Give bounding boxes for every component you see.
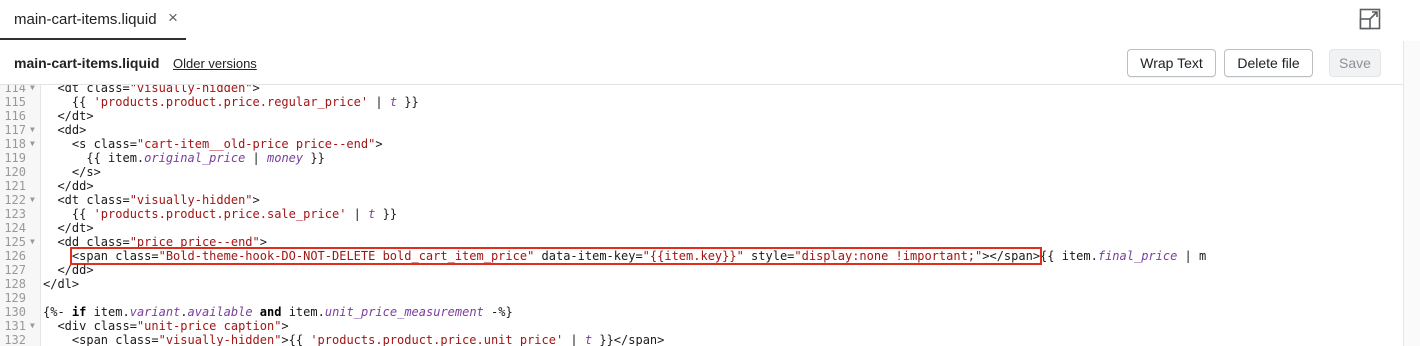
close-icon[interactable]: × [168,9,178,27]
code-text: {{ 'products.product.price.sale_price' |… [43,207,398,221]
line-number: 119 [4,151,26,165]
code-line[interactable]: 119 {{ item.original_price | money }} [0,151,1403,165]
code-line[interactable]: 122 ▼ <dt class="visually-hidden"> [0,193,1403,207]
tab-label: main-cart-items.liquid [14,11,157,28]
code-text: {{ item.original_price | money }} [43,151,325,165]
line-number: 116 [4,109,26,123]
code-editor[interactable]: 114 ▼ <dt class="visually-hidden"> 115 {{ … [0,85,1403,346]
code-line[interactable]: 129 [0,291,1403,305]
line-number: 127 [4,263,26,277]
code-line[interactable]: 130 {%- if item.variant.available and ite… [0,305,1403,319]
line-number: 125 [4,235,26,249]
line-number: 118 [4,137,26,151]
line-number: 115 [4,95,26,109]
line-number: 123 [4,207,26,221]
tab-main-cart-items[interactable]: main-cart-items.liquid × [0,0,186,40]
code-text: <span class="Bold-theme-hook-DO-NOT-DELE… [69,247,1207,265]
code-line[interactable]: 132 <span class="visually-hidden">{{ 'pr… [0,333,1403,346]
code-line[interactable]: 123 {{ 'products.product.price.sale_pric… [0,207,1403,221]
code-area[interactable]: 114 ▼ <dt class="visually-hidden"> 115 {{ … [0,85,1403,346]
delete-file-button[interactable]: Delete file [1224,49,1313,77]
expand-icon[interactable] [1359,8,1381,30]
wrap-text-button[interactable]: Wrap Text [1127,49,1216,77]
code-text: </dt> [43,221,94,235]
code-text: <dt class="visually-hidden"> [43,193,260,207]
code-text: <dd class="price price--end"> [43,235,267,249]
code-text: <s class="cart-item__old-price price--en… [43,137,383,151]
editor-header: main-cart-items.liquid Older versions Wr… [0,41,1420,85]
code-line[interactable]: 131 ▼ <div class="unit-price caption"> [0,319,1403,333]
code-line[interactable]: 115 {{ 'products.product.price.regular_p… [0,95,1403,109]
code-text: </dd> [43,263,94,277]
line-number: 121 [4,179,26,193]
line-number: 126 [4,249,26,263]
fold-arrow-icon[interactable]: ▼ [30,123,35,137]
fold-arrow-icon[interactable]: ▼ [30,193,35,207]
line-number: 129 [4,291,26,305]
code-text: </dl> [43,277,80,291]
code-line[interactable]: 127 </dd> [0,263,1403,277]
code-text: <dd> [43,123,87,137]
older-versions-link[interactable]: Older versions [173,56,257,71]
line-number: 128 [4,277,26,291]
code-line[interactable]: 124 </dt> [0,221,1403,235]
code-line[interactable]: 120 </s> [0,165,1403,179]
file-title: main-cart-items.liquid [14,55,160,71]
code-text: {%- if item.variant.available and item.u… [43,305,513,319]
line-number: 131 [4,319,26,333]
code-text: {{ 'products.product.price.regular_price… [43,95,419,109]
code-text: </s> [43,165,101,179]
code-text: <dt class="visually-hidden"> [43,85,260,95]
code-text: <span class="visually-hidden">{{ 'produc… [43,333,665,346]
line-number: 114 [4,85,26,95]
line-number: 120 [4,165,26,179]
fold-arrow-icon[interactable]: ▼ [30,235,35,249]
code-line[interactable]: 116 </dt> [0,109,1403,123]
code-line[interactable]: 125 ▼ <dd class="price price--end"> [0,235,1403,249]
code-text: </dt> [43,109,94,123]
code-line[interactable]: 114 ▼ <dt class="visually-hidden"> [0,85,1403,95]
code-line[interactable]: 118 ▼ <s class="cart-item__old-price pric… [0,137,1403,151]
tab-bar: main-cart-items.liquid × [0,0,1420,42]
line-number: 122 [4,193,26,207]
line-number: 132 [4,333,26,346]
fold-arrow-icon[interactable]: ▼ [30,319,35,333]
code-text: <div class="unit-price caption"> [43,319,289,333]
highlight-box: <span class="Bold-theme-hook-DO-NOT-DELE… [69,247,1043,265]
fold-arrow-icon[interactable]: ▼ [30,85,35,95]
fold-arrow-icon[interactable]: ▼ [30,137,35,151]
code-line[interactable]: 121 </dd> [0,179,1403,193]
code-line[interactable]: 117 ▼ <dd> [0,123,1403,137]
code-line[interactable]: 128 </dl> [0,277,1403,291]
save-button[interactable]: Save [1329,49,1381,77]
line-number: 117 [4,123,26,137]
line-number: 130 [4,305,26,319]
code-text: </dd> [43,179,94,193]
vertical-scrollbar[interactable] [1403,41,1420,346]
code-line[interactable]: 126 <span class="Bold-theme-hook-DO-NOT-… [0,247,1403,265]
line-number: 124 [4,221,26,235]
